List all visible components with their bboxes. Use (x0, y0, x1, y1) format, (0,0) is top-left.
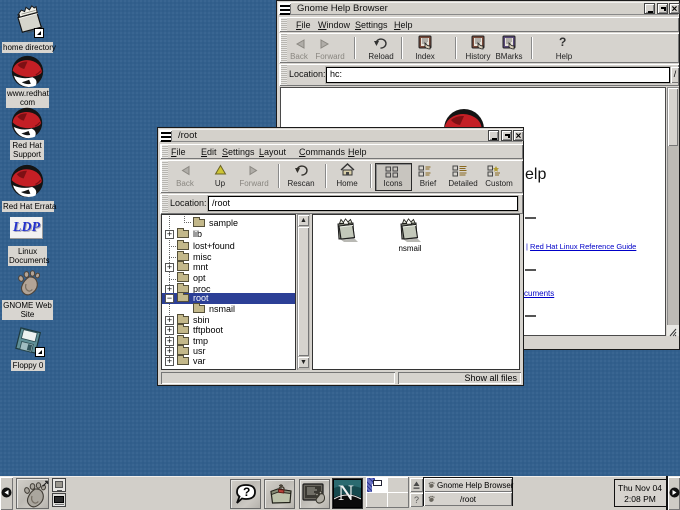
svg-text:N: N (338, 480, 354, 505)
svg-text:?: ? (243, 485, 250, 499)
